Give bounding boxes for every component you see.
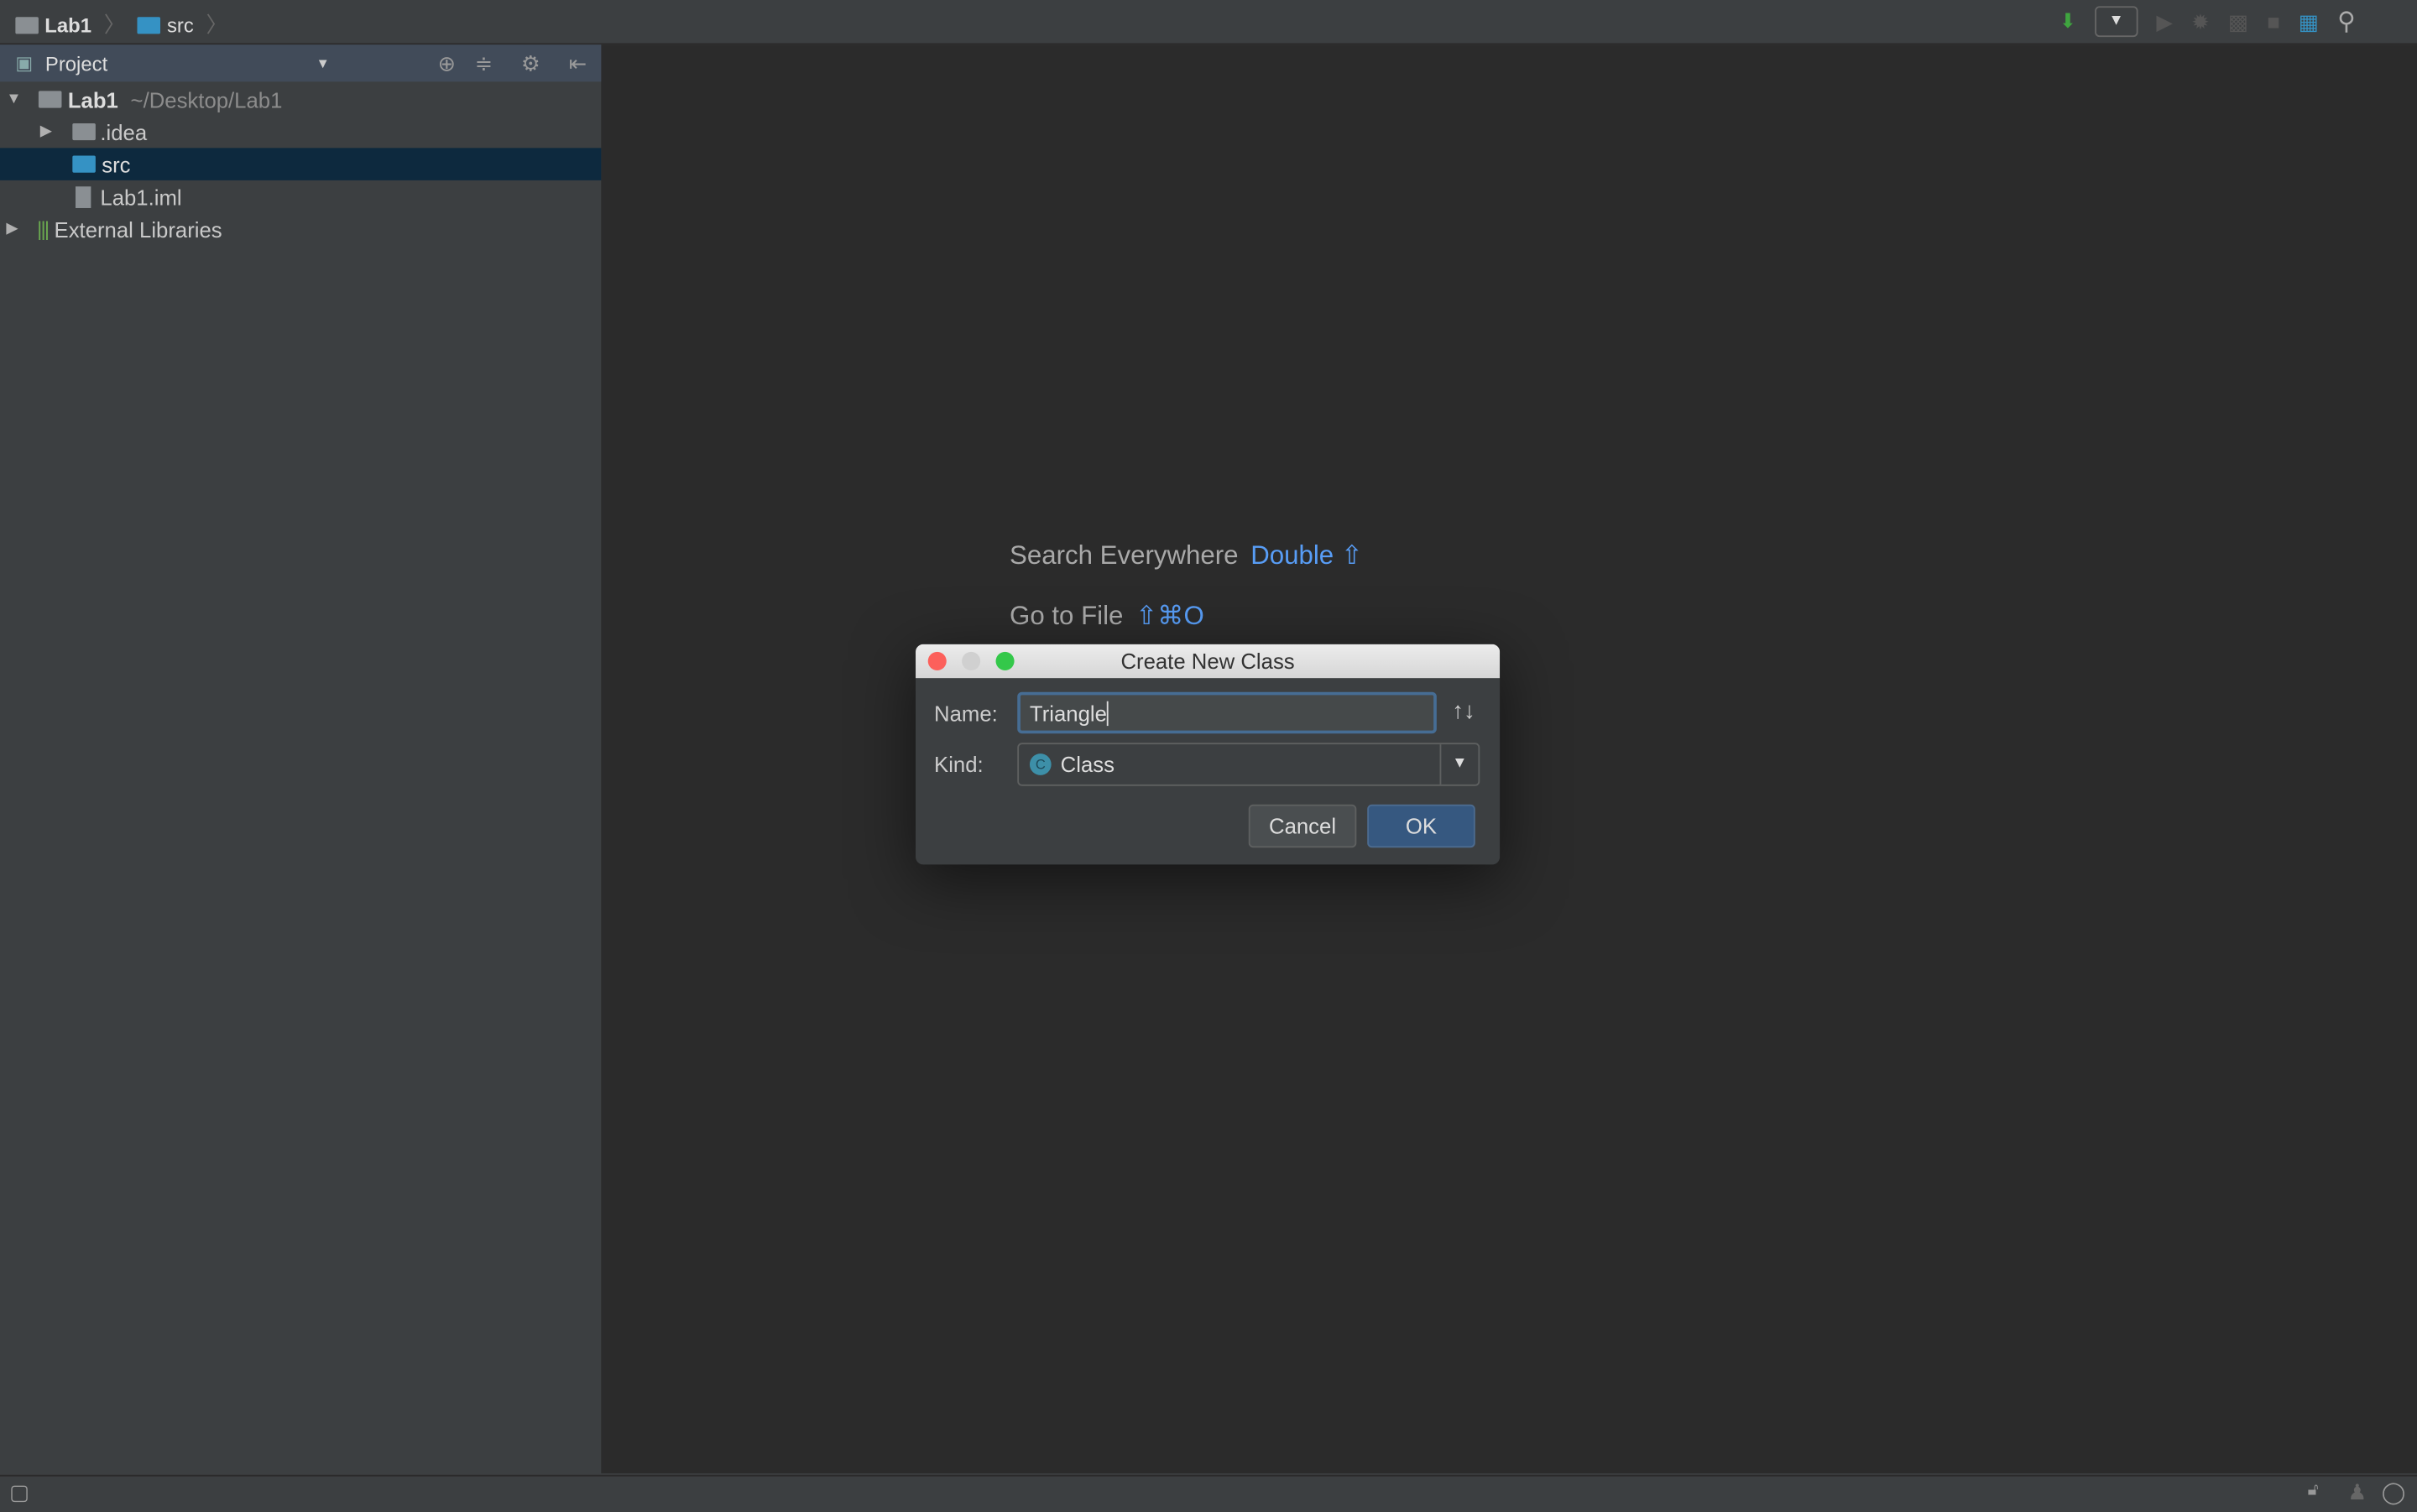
tree-item-label: .idea — [100, 119, 148, 144]
tool-windows-toggle-icon[interactable]: ▢ — [9, 1479, 29, 1505]
class-icon: C — [1029, 753, 1052, 775]
tree-item-label: src — [102, 151, 131, 177]
minimize-button[interactable] — [962, 651, 981, 670]
ok-button[interactable]: OK — [1367, 804, 1475, 848]
project-folder-icon — [15, 16, 39, 34]
stop-icon[interactable]: ■ — [2267, 9, 2280, 34]
hint-search-everywhere: Search Everywhere Double ⇧ — [1010, 541, 1363, 572]
tree-item-label: External Libraries — [54, 216, 222, 242]
locate-icon[interactable]: ⊕ — [438, 50, 457, 76]
file-icon — [75, 185, 91, 208]
hint-go-to-file: Go to File ⇧⌘O — [1010, 601, 1204, 632]
dialog-title-bar: Create New Class — [916, 644, 1501, 679]
project-structure-icon[interactable]: ▦ — [2299, 8, 2319, 34]
run-config-dropdown[interactable]: ▼ — [2094, 6, 2138, 38]
kind-label: Kind: — [934, 752, 984, 777]
library-icon: ||| — [37, 216, 50, 241]
name-label: Name: — [934, 701, 998, 727]
hint-label: Search Everywhere — [1010, 540, 1239, 571]
module-folder-icon — [38, 91, 62, 108]
tree-item-lab1-iml[interactable]: Lab1.iml — [0, 180, 601, 213]
search-icon[interactable]: ⚲ — [2337, 6, 2356, 37]
cancel-button[interactable]: Cancel — [1248, 804, 1357, 848]
hint-shortcut: ⇧⌘O — [1135, 601, 1204, 631]
tree-item-src[interactable]: src — [0, 148, 602, 180]
build-icon[interactable]: ⬇ — [2059, 9, 2076, 34]
editor-area: Search Everywhere Double ⇧ Go to File ⇧⌘O — [603, 44, 2417, 1473]
dialog-title: Create New Class — [1120, 649, 1295, 674]
chevron-right-icon: 〉 — [103, 12, 126, 38]
collapsed-arrow-icon[interactable]: ▶ — [40, 123, 59, 140]
project-panel-header: ▣ Project ▼ ⊕ ≑ ⚙ ⇤ — [0, 44, 602, 82]
navigation-bar: Lab1 〉 src 〉 ⬇ ▼ ▶ ✹ ▩ ■ ▦ ⚲ — [0, 0, 2417, 45]
kind-select-value: Class — [1060, 752, 1115, 777]
inspector-icon[interactable]: ♟ — [2347, 1479, 2367, 1505]
run-icon[interactable]: ▶ — [2156, 8, 2173, 34]
project-panel-title[interactable]: Project — [45, 52, 107, 76]
collapse-all-icon[interactable]: ≑ — [475, 50, 493, 76]
expanded-arrow-icon[interactable]: ▼ — [6, 91, 24, 107]
tree-item-external-libraries[interactable]: ▶ ||| External Libraries — [0, 212, 601, 245]
tree-item-label: Lab1 — [67, 86, 118, 112]
collapsed-arrow-icon[interactable]: ▶ — [6, 221, 24, 237]
gear-icon[interactable]: ⚙ — [521, 50, 540, 76]
tree-item-lab1[interactable]: ▼ Lab1 ~/Desktop/Lab1 — [0, 83, 601, 116]
kind-select[interactable]: C Class ▼ — [1017, 743, 1480, 786]
name-input[interactable]: Triangle — [1017, 691, 1437, 734]
create-new-class-dialog: Create New Class Name: Triangle ↑↓ Kind:… — [916, 644, 1501, 865]
event-log-icon[interactable]: ◯ — [2382, 1479, 2406, 1505]
breadcrumb: Lab1 〉 src 〉 — [15, 9, 233, 40]
debug-icon[interactable]: ✹ — [2191, 8, 2210, 34]
tree-item-idea[interactable]: ▶ .idea — [0, 116, 601, 149]
coverage-icon[interactable]: ▩ — [2228, 8, 2248, 34]
zoom-button[interactable] — [995, 651, 1015, 670]
name-input-value: Triangle — [1029, 700, 1109, 726]
chevron-down-icon[interactable]: ▼ — [1439, 744, 1479, 785]
hint-shortcut: Double ⇧ — [1250, 540, 1364, 571]
status-bar: ▢ 🔓︎ ♟ ◯ — [0, 1474, 2417, 1512]
chevron-down-icon[interactable]: ▼ — [316, 55, 330, 70]
close-button[interactable] — [927, 651, 947, 670]
folder-icon — [138, 16, 161, 34]
hint-label: Go to File — [1010, 601, 1124, 631]
sort-arrows-icon[interactable]: ↑↓ — [1452, 698, 1475, 724]
hide-panel-icon[interactable]: ⇤ — [569, 50, 587, 76]
tree-item-label: Lab1.iml — [100, 184, 182, 209]
folder-icon — [72, 123, 96, 141]
project-tool-window: ▣ Project ▼ ⊕ ≑ ⚙ ⇤ ▼ Lab1 ~/Desktop/Lab… — [0, 44, 603, 1473]
tree-item-path: ~/Desktop/Lab1 — [130, 86, 283, 112]
chevron-right-icon: 〉 — [206, 12, 228, 38]
lock-icon[interactable]: 🔓︎ — [2308, 1481, 2319, 1501]
breadcrumb-item-src[interactable]: src — [167, 13, 194, 37]
source-folder-icon — [72, 155, 96, 173]
project-view-icon: ▣ — [15, 52, 34, 75]
breadcrumb-item-lab1[interactable]: Lab1 — [44, 13, 91, 37]
